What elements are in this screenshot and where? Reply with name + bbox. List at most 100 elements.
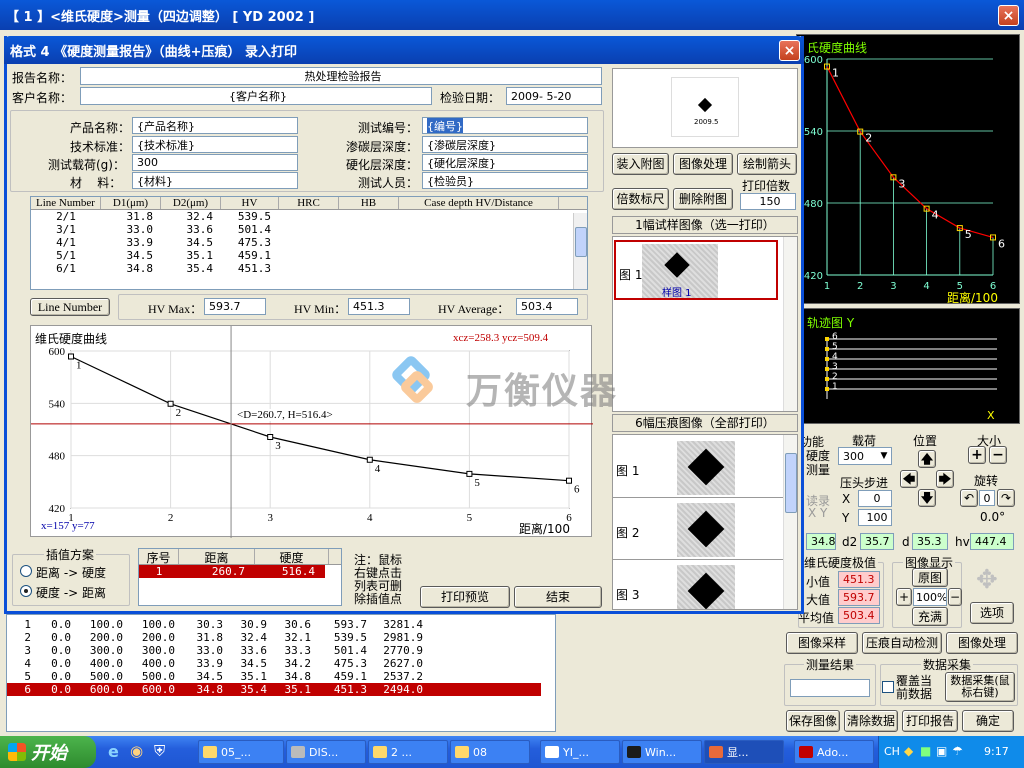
scale-button[interactable]: 倍数标尺 [612, 188, 669, 210]
sample-scrollbar[interactable] [783, 237, 797, 411]
report-name-input[interactable]: 热处理检验报告 [80, 67, 602, 85]
rotate-input[interactable]: 0 [979, 490, 995, 506]
step-x-input[interactable]: 0 [858, 490, 892, 507]
hv-table-row[interactable]: 4/1 33.9 34.5 475.3 [31, 236, 587, 249]
start-button[interactable]: 开始 [0, 736, 96, 768]
test-no-input[interactable]: {编号} [422, 117, 588, 134]
taskbar-item-6[interactable]: Win... [622, 740, 702, 764]
indent-scrollbar[interactable] [783, 435, 797, 609]
save-image-button[interactable]: 保存图像 [786, 710, 840, 732]
options-button[interactable]: 选项 [970, 602, 1014, 624]
hardened-input[interactable]: {硬化层深度} [422, 154, 588, 171]
capture-button[interactable]: 图像采样 [786, 632, 858, 654]
interp-table[interactable]: 序号 距离 硬度 1 260.7 516.4 [138, 548, 342, 606]
size-plus-button[interactable]: + [968, 446, 986, 464]
step-y-input[interactable]: 100 [858, 509, 892, 526]
tray-icon-2[interactable]: ■ [920, 744, 931, 758]
client-input[interactable]: {客户名称} [80, 87, 432, 105]
interp-radio-1[interactable] [20, 565, 32, 577]
taskbar-item-7[interactable]: 显... [704, 740, 784, 764]
hv-table-row[interactable]: 5/1 34.5 35.1 459.1 [31, 249, 587, 262]
hv-table-row[interactable]: 6/1 34.8 35.4 451.3 [31, 262, 587, 275]
data-table-row[interactable]: 1 0.0 100.0 100.0 30.3 30.9 30.6 593.7 3281.4 [7, 618, 555, 631]
move-down-button[interactable]: 🡇 [918, 489, 936, 507]
taskbar-item-4[interactable]: 08 [450, 740, 530, 764]
hv-table-col-0[interactable]: Line Number [31, 197, 101, 209]
print-preview-button[interactable]: 打印预览 [420, 586, 510, 608]
taskbar-item-8[interactable]: Ado... [794, 740, 874, 764]
hv-table-col-1[interactable]: D1(μm) [101, 197, 161, 209]
original-image-button[interactable]: 原图 [912, 568, 948, 587]
auto-detect-button[interactable]: 压痕自动检测 [862, 632, 942, 654]
data-table-row[interactable]: 2 0.0 200.0 200.0 31.8 32.4 32.1 539.5 2981.9 [7, 631, 555, 644]
load-select[interactable]: 300 ▼ [838, 447, 892, 465]
ie-icon[interactable]: e [108, 742, 119, 761]
delete-image-button[interactable]: 删除附图 [673, 188, 733, 210]
indent-row-3[interactable]: 图 3 [613, 562, 783, 609]
taskbar-item-5[interactable]: YI_... [540, 740, 620, 764]
sample-row[interactable]: 图 1 样图 1 [614, 240, 778, 300]
overwrite-checkbox[interactable] [882, 681, 894, 693]
main-window-close-button[interactable]: × [998, 5, 1019, 26]
print-mult-input[interactable]: 150 [740, 193, 796, 210]
scroll-thumb[interactable] [575, 227, 587, 257]
zoom-in-button[interactable]: + [896, 588, 912, 606]
dialog-close-button[interactable]: × [779, 40, 800, 61]
hv-table-row[interactable]: 3/1 33.0 33.6 501.4 [31, 223, 587, 236]
hv-table-row[interactable]: 2/1 31.8 32.4 539.5 [31, 210, 587, 223]
move-left-button[interactable]: 🡄 [900, 470, 918, 488]
hv-table-scrollbar[interactable] [573, 213, 587, 289]
move-right-button[interactable]: 🡆 [936, 470, 954, 488]
carburize-input[interactable]: {渗碳层深度} [422, 136, 588, 153]
hv-table-col-4[interactable]: HRC [279, 197, 339, 209]
quicklaunch-icon[interactable]: ◉ [130, 742, 143, 760]
indent-row-2[interactable]: 图 2 [613, 500, 783, 560]
data-table-row[interactable]: 3 0.0 300.0 300.0 33.0 33.6 33.3 501.4 2770.9 [7, 644, 555, 657]
shield-icon[interactable]: ⛨ [154, 742, 165, 760]
interp-radio-2[interactable] [20, 585, 32, 597]
taskbar-item-2[interactable]: DIS... [286, 740, 366, 764]
standard-input[interactable]: {技术标准} [132, 136, 298, 153]
clear-data-button[interactable]: 清除数据 [844, 710, 898, 732]
indent-row-1[interactable]: 图 1 [613, 438, 783, 498]
fill-button[interactable]: 充满 [912, 607, 948, 626]
volume-icon[interactable]: ☂ [952, 744, 963, 758]
material-input[interactable]: {材料} [132, 172, 298, 189]
collect-button[interactable]: 数据采集(鼠标右键) [945, 672, 1015, 702]
date-input[interactable]: 2009- 5-20 [506, 87, 602, 105]
rotate-right-button[interactable]: ↷ [997, 489, 1015, 507]
hv-table-col-6[interactable]: Case depth HV/Distance [399, 197, 559, 209]
hv-table-col-3[interactable]: HV [221, 197, 279, 209]
move-up-button[interactable]: 🡅 [918, 450, 936, 468]
product-input[interactable]: {产品名称} [132, 117, 298, 134]
draw-arrow-button[interactable]: 绘制箭头 [737, 153, 797, 175]
zoom-out-button[interactable]: − [948, 588, 962, 606]
image-process-button[interactable]: 图像处理 [946, 632, 1018, 654]
data-table-row[interactable]: 5 0.0 500.0 500.0 34.5 35.1 34.8 459.1 2537.2 [7, 670, 555, 683]
size-minus-button[interactable]: − [989, 446, 1007, 464]
result-field[interactable] [790, 679, 870, 697]
load-image-button[interactable]: 装入附图 [612, 153, 669, 175]
tray-icon-1[interactable]: ◆ [904, 744, 913, 758]
data-table-row[interactable]: 4 0.0 400.0 400.0 33.9 34.5 34.2 475.3 2627.0 [7, 657, 555, 670]
line-number-button[interactable]: Line Number [30, 298, 110, 316]
hv-table-col-5[interactable]: HB [339, 197, 399, 209]
attach-process-button[interactable]: 图像处理 [673, 153, 733, 175]
tester-input[interactable]: {检验员} [422, 172, 588, 189]
print-report-button[interactable]: 打印报告 [902, 710, 958, 732]
load-field-input[interactable]: 300 [132, 154, 298, 171]
lang-indicator[interactable]: CH [884, 745, 900, 758]
taskbar-item-3[interactable]: 2 ... [368, 740, 448, 764]
end-button[interactable]: 结束 [514, 586, 602, 608]
zoom-field[interactable]: 100% [913, 588, 947, 606]
indent-list[interactable]: 图 1 图 2 图 3 [612, 434, 798, 610]
indent-scroll-thumb[interactable] [785, 453, 797, 513]
rotate-left-button[interactable]: ↶ [960, 489, 978, 507]
hv-table[interactable]: Line Number D1(μm) D2(μm) HV HRC HB Case depth… [30, 196, 588, 290]
hv-table-col-2[interactable]: D2(μm) [161, 197, 221, 209]
ok-button[interactable]: 确定 [962, 710, 1014, 732]
tray-icon-3[interactable]: ▣ [936, 744, 947, 758]
interp-row[interactable]: 1 260.7 516.4 [139, 565, 325, 578]
taskbar-item-1[interactable]: 05_... [198, 740, 284, 764]
data-table-row[interactable]: 6 0.0 600.0 600.0 34.8 35.4 35.1 451.3 2494.0 [7, 683, 541, 696]
